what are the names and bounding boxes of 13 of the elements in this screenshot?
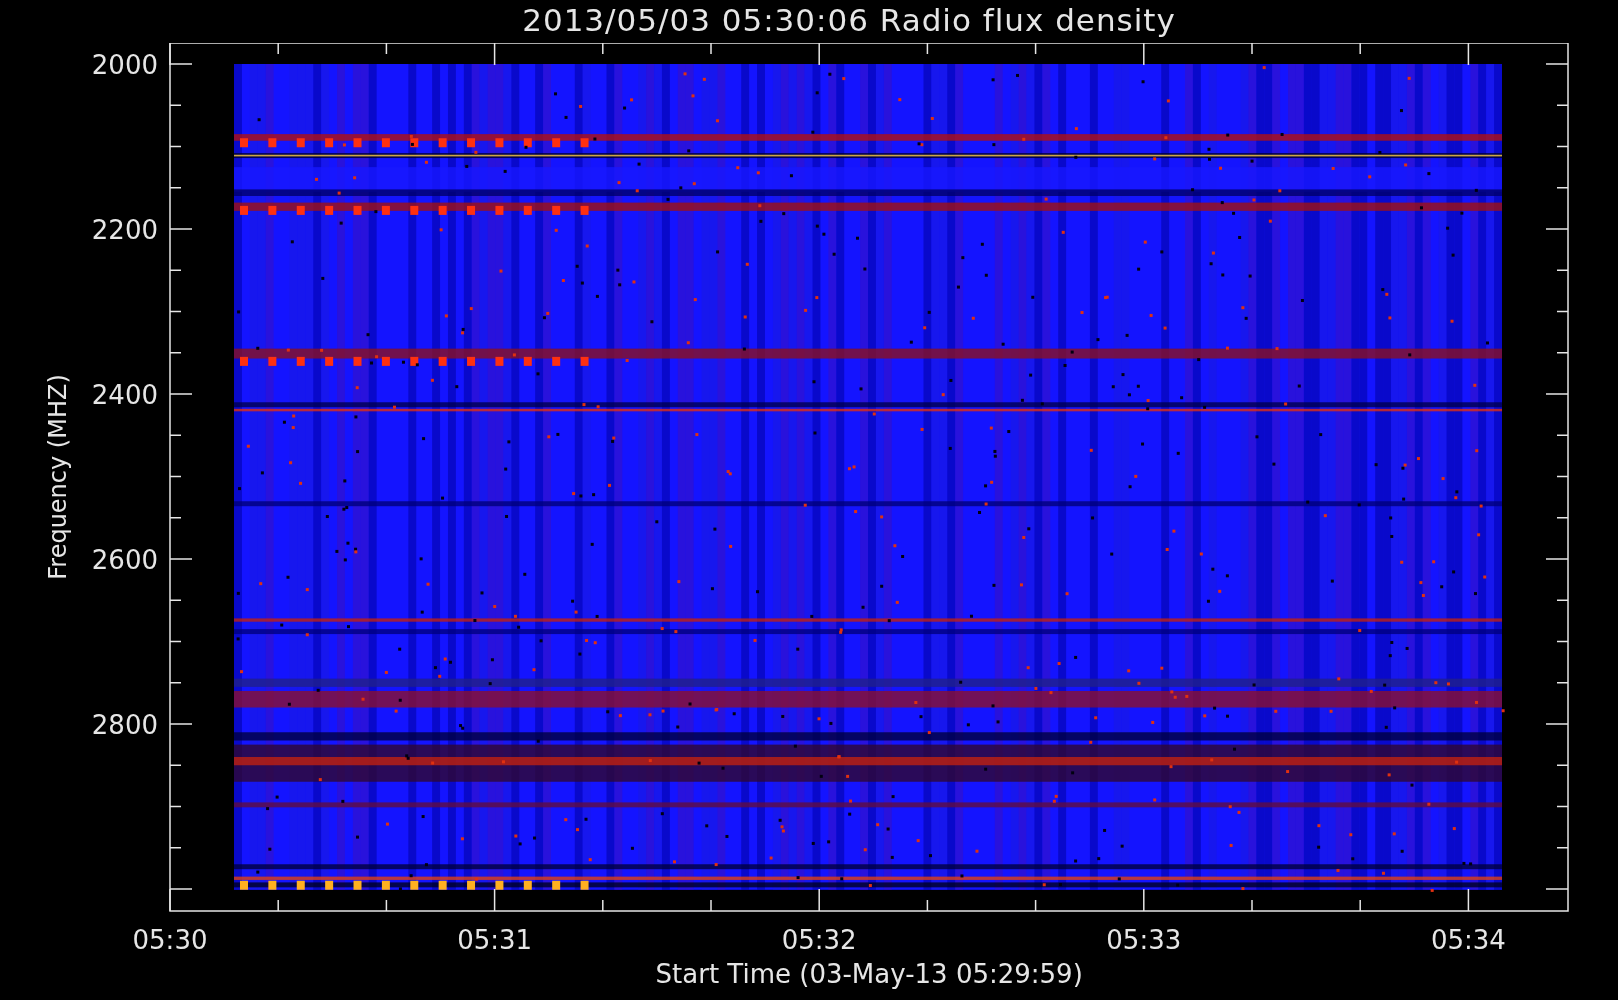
tick-label: 05:32 bbox=[781, 925, 857, 955]
tick-label: 05:30 bbox=[132, 925, 208, 955]
axis-title: Start Time (03-May-13 05:29:59) bbox=[655, 959, 1083, 989]
tick-label: 2600 bbox=[91, 545, 158, 575]
tick-label: 2000 bbox=[91, 50, 158, 80]
tick-label: 05:31 bbox=[457, 925, 533, 955]
tick-label: 2800 bbox=[91, 710, 158, 740]
tick-label: 05:34 bbox=[1430, 925, 1506, 955]
tick-label: 2200 bbox=[91, 215, 158, 245]
axis-title: Frequency (MHZ) bbox=[44, 374, 72, 580]
chart-title: 2013/05/03 05:30:06 Radio flux density bbox=[522, 1, 1176, 40]
tick-label: 05:33 bbox=[1106, 925, 1182, 955]
tick-label: 2400 bbox=[91, 380, 158, 410]
